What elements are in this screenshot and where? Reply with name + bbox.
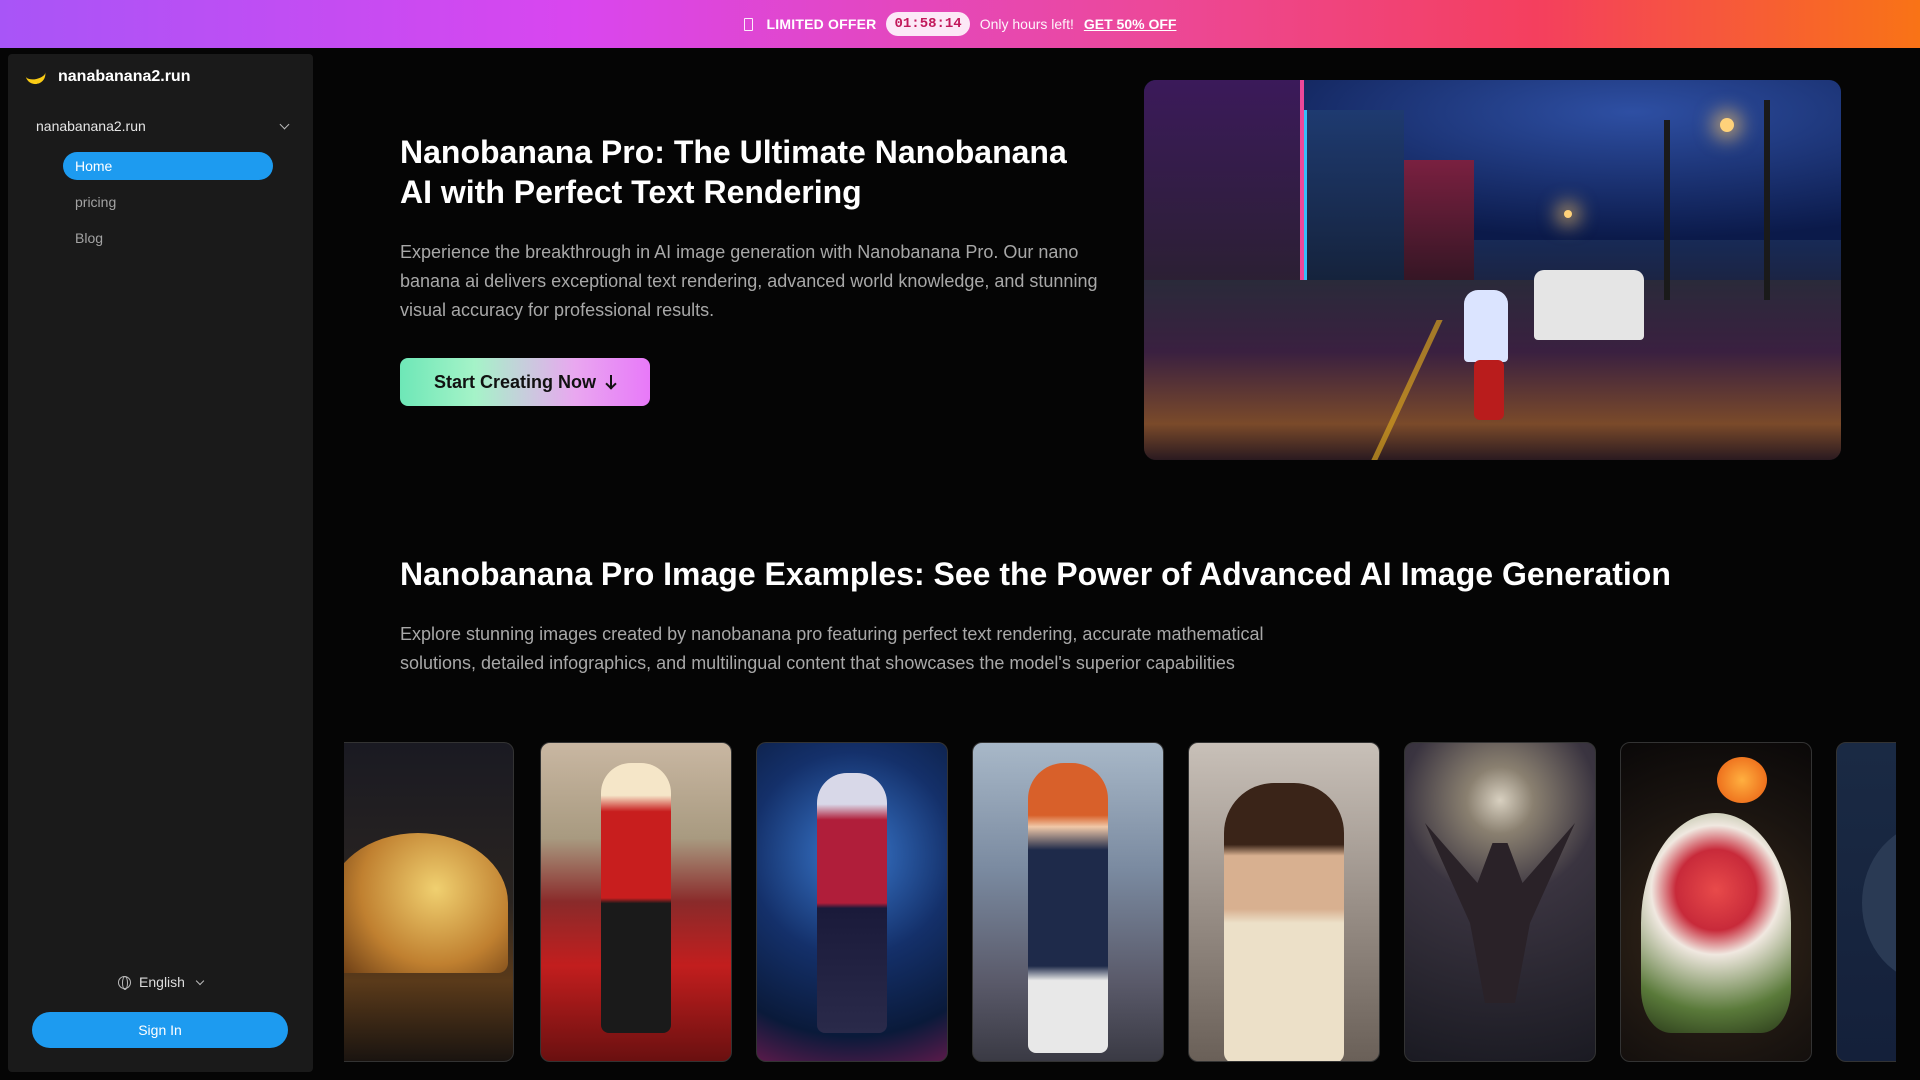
- site-selector-label: nanabanana2.run: [36, 118, 146, 134]
- hero-image-scooter: [1474, 360, 1504, 420]
- gallery-card-winged-demon[interactable]: [1404, 742, 1596, 1062]
- banana-icon: [24, 68, 48, 86]
- promo-label: LIMITED OFFER: [766, 16, 877, 32]
- sidebar-item-home[interactable]: Home: [63, 152, 273, 180]
- examples-title: Nanobanana Pro Image Examples: See the P…: [400, 556, 1671, 592]
- sidebar: nanabanana2.run nanabanana2.run Home pri…: [8, 54, 313, 1072]
- hero-description: Experience the breakthrough in AI image …: [400, 242, 1098, 320]
- gallery-card-pizza[interactable]: [344, 742, 514, 1062]
- hero-image-car: [1534, 270, 1644, 340]
- site-selector[interactable]: nanabanana2.run: [36, 118, 292, 134]
- hero-image-streetlamp: [1720, 118, 1734, 132]
- gallery-card-image: [344, 833, 508, 973]
- start-creating-label: Start Creating Now: [433, 371, 597, 392]
- hero-image-building: [1144, 80, 1304, 300]
- hero-image-streetlamp: [1564, 210, 1572, 218]
- gallery-card-woman-poppy-field[interactable]: [540, 742, 732, 1062]
- sidebar-item-blog[interactable]: Blog: [63, 224, 273, 252]
- gallery-card-partial[interactable]: [1836, 742, 1896, 1062]
- gallery-card-student-station[interactable]: [972, 742, 1164, 1062]
- globe-icon: [118, 975, 132, 990]
- hero-image-palm: [1764, 100, 1770, 300]
- examples-description: Explore stunning images created by nanob…: [400, 624, 1264, 673]
- hero-image-palm: [1664, 120, 1670, 300]
- lantern-shape: [1717, 757, 1767, 803]
- hero-image-building: [1304, 110, 1404, 300]
- bolt-icon: [743, 17, 753, 31]
- brand[interactable]: nanabanana2.run: [24, 68, 191, 86]
- gallery-card-image: [1224, 783, 1344, 1061]
- gallery-card-image: [1641, 813, 1791, 1033]
- hero-image: [1144, 80, 1841, 460]
- language-label: English: [139, 974, 185, 990]
- sign-in-button[interactable]: Sign In: [32, 1012, 288, 1048]
- sidebar-nav: Home pricing Blog: [63, 152, 273, 260]
- gallery-card-portrait-woman[interactable]: [1188, 742, 1380, 1062]
- arrow-down-icon: [606, 375, 616, 389]
- gallery-card-woman-dreamcatcher[interactable]: [756, 742, 948, 1062]
- hero-image-rider: [1464, 290, 1508, 362]
- chevron-down-icon: [279, 119, 290, 129]
- gallery-card-image: [1862, 823, 1896, 983]
- start-creating-button[interactable]: Start Creating Now: [400, 358, 650, 406]
- hero-image-building: [1404, 160, 1474, 300]
- promo-banner: LIMITED OFFER 01:58:14 Only hours left! …: [0, 0, 1920, 48]
- gallery-card-blossom-lantern[interactable]: [1620, 742, 1812, 1062]
- gallery-card-image: [1425, 823, 1575, 1003]
- sidebar-item-pricing[interactable]: pricing: [63, 188, 273, 216]
- gallery-card-image: [601, 763, 671, 1033]
- examples-gallery[interactable]: [344, 742, 1896, 1062]
- language-selector[interactable]: English: [8, 974, 313, 990]
- promo-message: Only hours left!: [979, 16, 1074, 32]
- chevron-down-icon: [195, 976, 205, 985]
- gallery-card-image: [817, 773, 887, 1033]
- brand-name: nanabanana2.run: [58, 68, 191, 85]
- gallery-card-image: [1028, 763, 1108, 1053]
- countdown-timer: 01:58:14: [886, 12, 970, 36]
- hero-title: Nanobanana Pro: The Ultimate Nanobanana …: [400, 134, 1067, 210]
- get-discount-link[interactable]: GET 50% OFF: [1084, 16, 1177, 32]
